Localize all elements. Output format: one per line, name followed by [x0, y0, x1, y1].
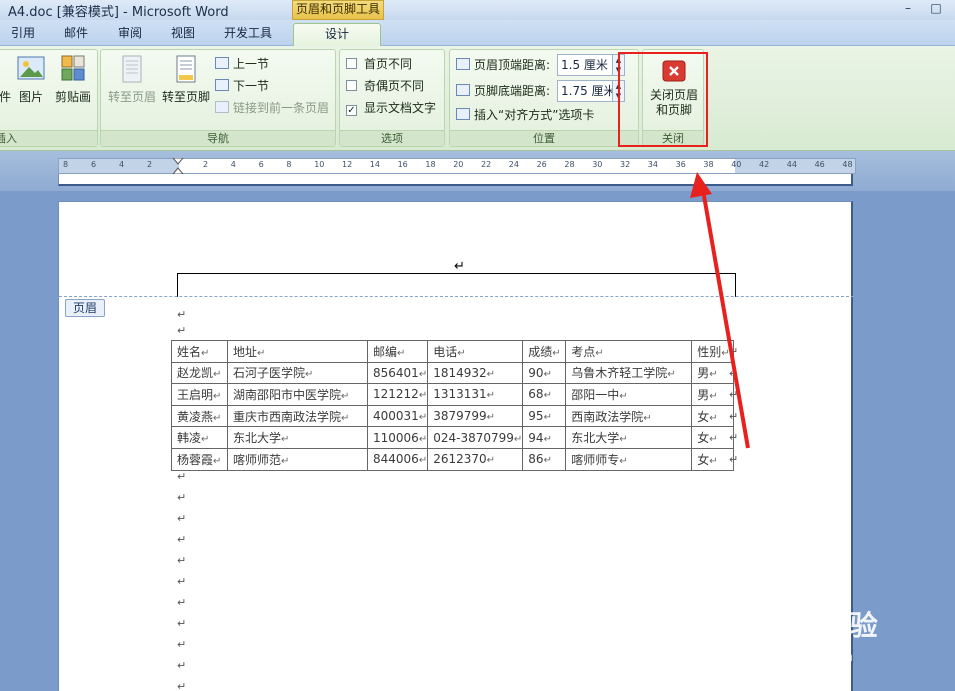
arrow-shaft — [701, 189, 750, 449]
baidu-watermark-url: jingyan.baidu.com — [733, 650, 853, 665]
baidu-watermark-logo: Baidu经验 — [732, 609, 878, 642]
arrow-head-icon — [690, 172, 712, 198]
annotation-arrow — [690, 172, 750, 449]
